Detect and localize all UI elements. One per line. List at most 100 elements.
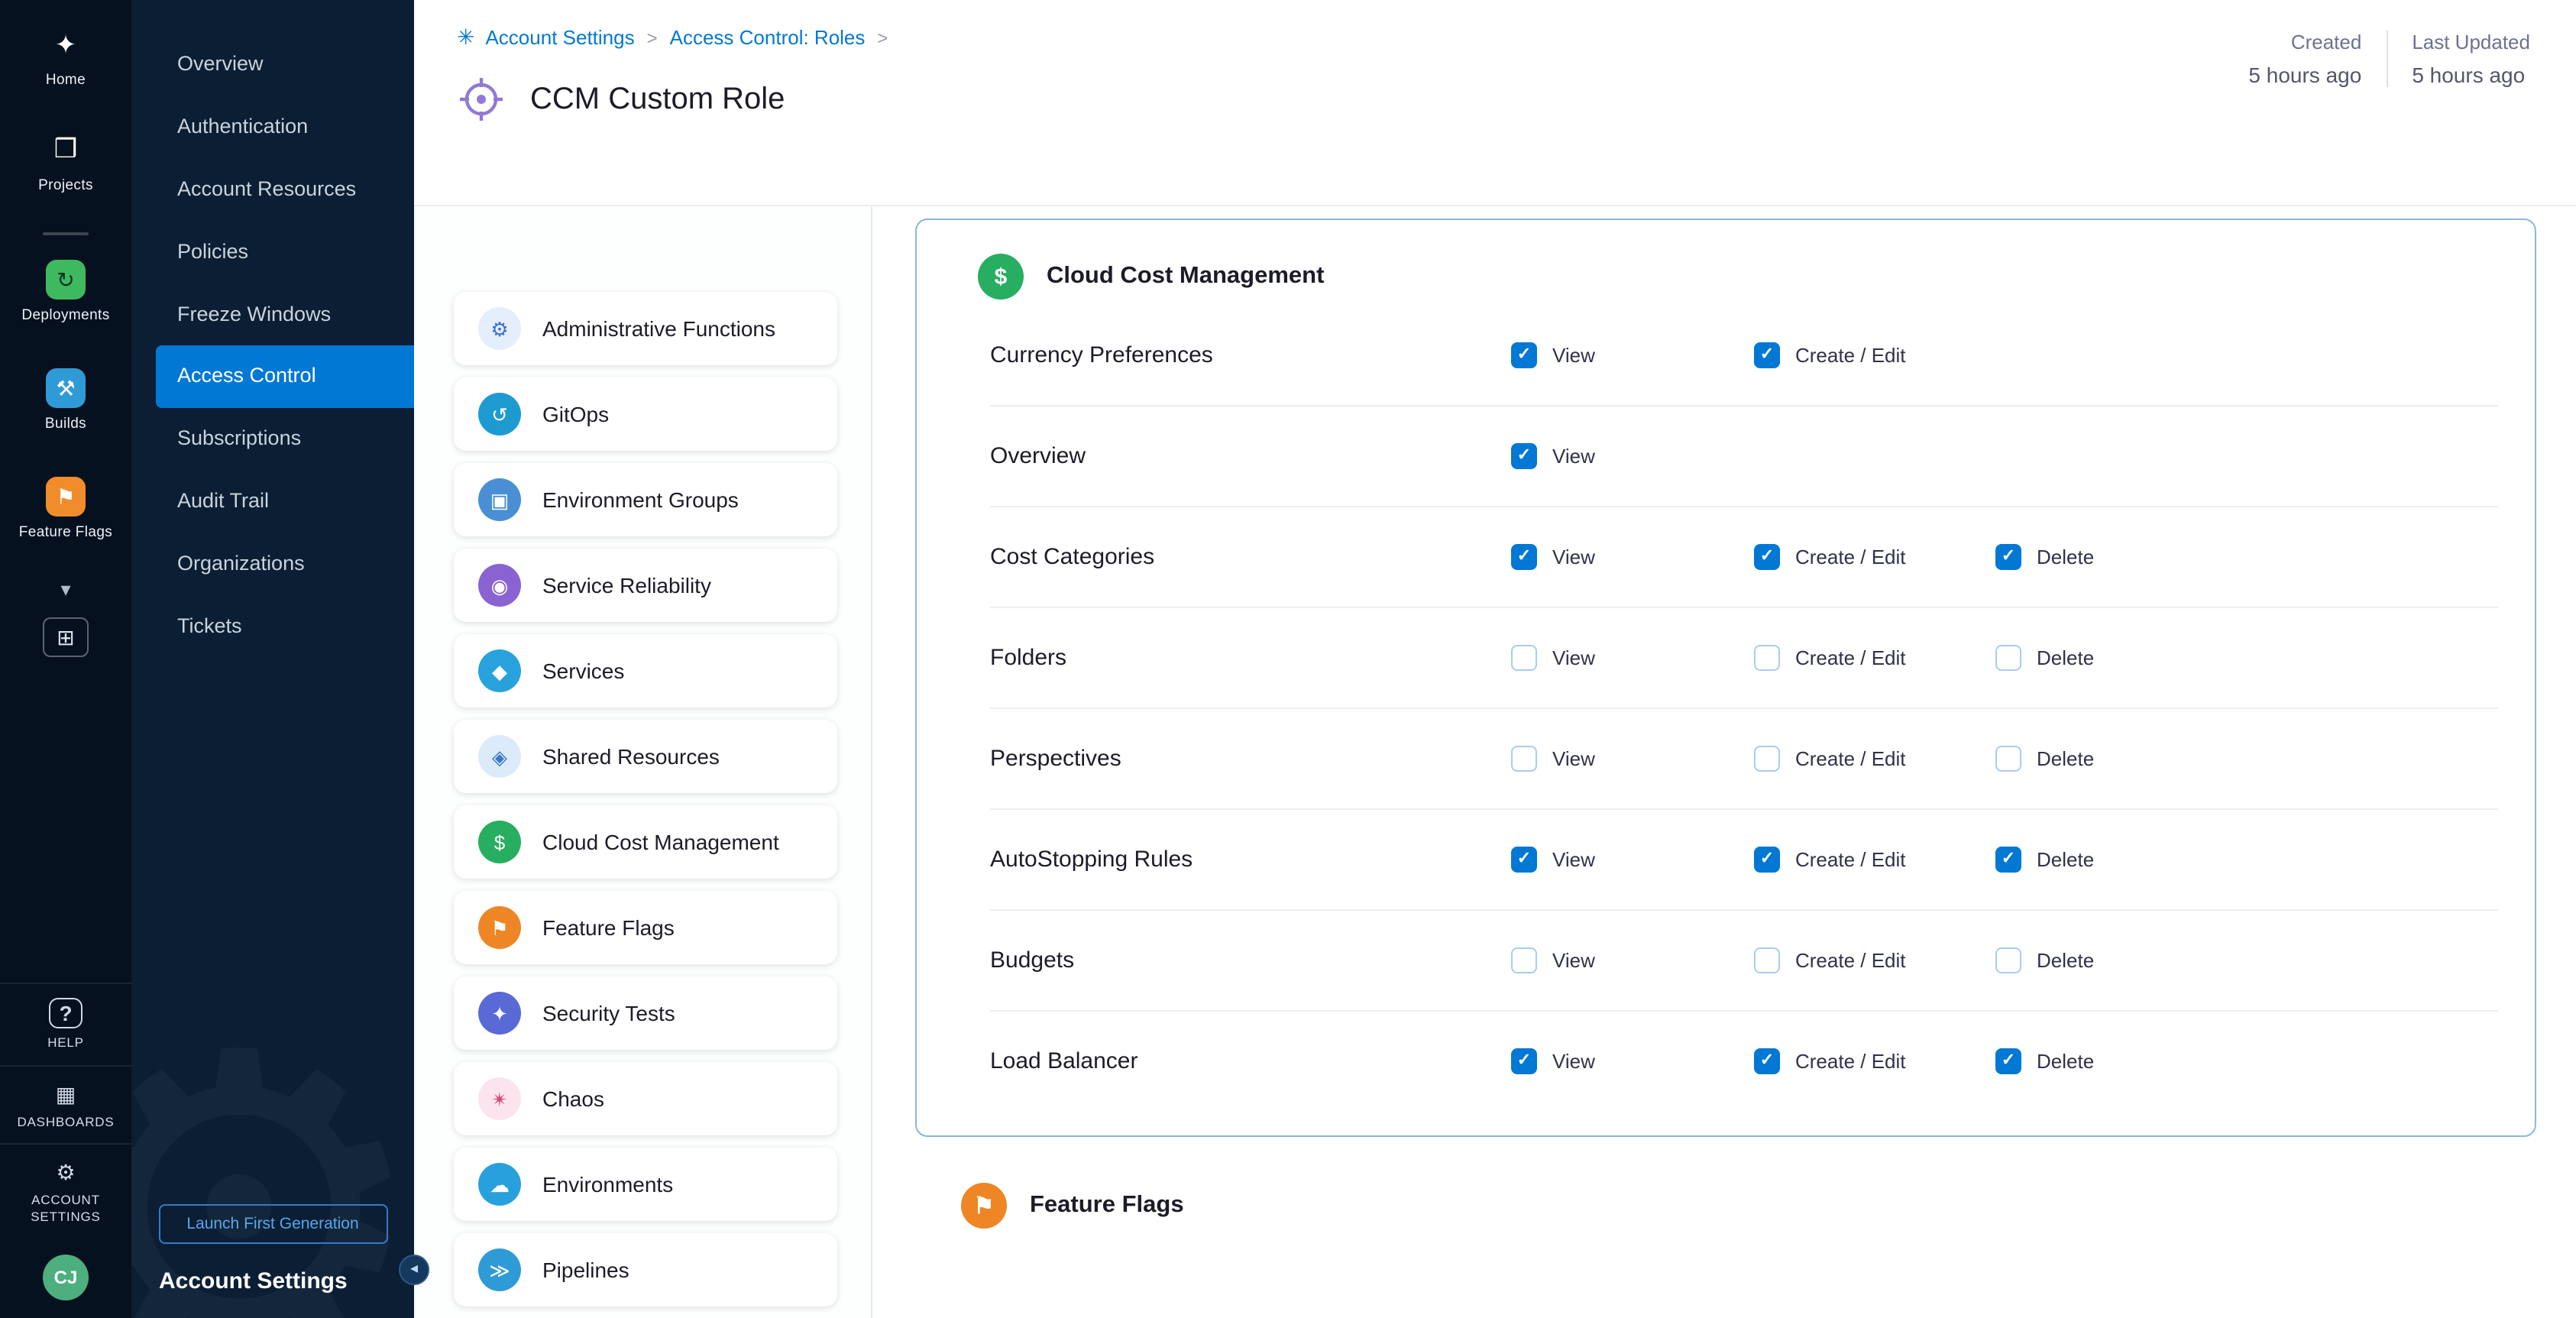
permission-row-perspectives: Perspectives View Create / Edit Delete: [990, 709, 2498, 810]
sidebar-item-tickets[interactable]: Tickets: [131, 596, 414, 659]
module-label: Shared Resources: [542, 744, 720, 769]
chevron-down-icon[interactable]: ▾: [60, 578, 70, 603]
breadcrumb-link[interactable]: Account Settings: [485, 26, 634, 49]
permission-label[interactable]: Create / Edit: [1795, 344, 1906, 367]
rail-item-feature-flags[interactable]: ⚑Feature Flags: [0, 467, 131, 551]
checkbox-folders-create-edit[interactable]: [1754, 645, 1780, 671]
permission-label[interactable]: Create / Edit: [1795, 747, 1906, 770]
sidebar-item-subscriptions[interactable]: Subscriptions: [131, 409, 414, 471]
module-list: ⚙Administrative Functions ↺GitOps ▣Environ…: [414, 206, 872, 1318]
service-reliability-icon: ◉: [478, 564, 521, 607]
sidebar-item-organizations[interactable]: Organizations: [131, 533, 414, 596]
permission-label[interactable]: View: [1552, 949, 1595, 972]
checkbox-cost-categories-view[interactable]: [1511, 544, 1537, 570]
sidebar-item-audit-trail[interactable]: Audit Trail: [131, 471, 414, 533]
left-rail-bottom: ?HELP▦DASHBOARDS⚙ACCOUNT SETTINGS: [0, 983, 131, 1239]
avatar[interactable]: CJ: [43, 1254, 89, 1300]
module-card-service-reliability[interactable]: ◉Service Reliability: [454, 549, 837, 622]
administrative-functions-icon: ⚙: [478, 307, 521, 350]
permission-label[interactable]: View: [1552, 646, 1595, 669]
rail-item-dashboards[interactable]: ▦DASHBOARDS: [0, 1064, 131, 1143]
feature-flags-section-icon: ⚑: [961, 1183, 1007, 1229]
permission-label[interactable]: View: [1552, 1050, 1595, 1073]
checkbox-autostopping-rules-view[interactable]: [1511, 847, 1537, 873]
permission-label[interactable]: Delete: [2037, 646, 2094, 669]
sidebar-item-overview[interactable]: Overview: [131, 34, 414, 96]
permission-label[interactable]: Create / Edit: [1795, 949, 1906, 972]
checkbox-load-balancer-delete[interactable]: [1995, 1048, 2021, 1074]
checkbox-budgets-view[interactable]: [1511, 947, 1537, 973]
module-card-services[interactable]: ◆Services: [454, 634, 837, 708]
permission-label[interactable]: View: [1552, 747, 1595, 770]
module-card-feature-flags[interactable]: ⚑Feature Flags: [454, 891, 837, 964]
checkbox-perspectives-delete[interactable]: [1995, 746, 2021, 772]
permission-cell: View: [1511, 947, 1754, 973]
checkbox-perspectives-create-edit[interactable]: [1754, 746, 1780, 772]
permission-cell: View: [1511, 443, 1754, 469]
permission-label[interactable]: View: [1552, 546, 1595, 568]
checkbox-load-balancer-create-edit[interactable]: [1754, 1048, 1780, 1074]
left-rail: ✦Home ❒Projects ↻Deployments ⚒Builds ⚑Featu…: [0, 0, 131, 1318]
rail-item-account-settings[interactable]: ⚙ACCOUNT SETTINGS: [0, 1144, 131, 1239]
permission-label[interactable]: Delete: [2037, 949, 2094, 972]
checkbox-perspectives-view[interactable]: [1511, 746, 1537, 772]
module-card-environment-groups[interactable]: ▣Environment Groups: [454, 463, 837, 536]
resource-name: Folders: [990, 645, 1511, 671]
permission-cell: View: [1511, 1048, 1754, 1074]
permission-cell: View: [1511, 847, 1754, 873]
builds-icon: ⚒: [46, 368, 86, 407]
module-card-cloud-cost-management[interactable]: $Cloud Cost Management: [454, 805, 837, 879]
checkbox-overview-view[interactable]: [1511, 443, 1537, 469]
checkbox-autostopping-rules-create-edit[interactable]: [1754, 847, 1780, 873]
pipelines-icon: ≫: [478, 1248, 521, 1291]
sidebar-item-account-resources[interactable]: Account Resources: [131, 159, 414, 222]
checkbox-budgets-create-edit[interactable]: [1754, 947, 1780, 973]
breadcrumb-link[interactable]: Access Control: Roles: [670, 26, 866, 49]
checkbox-autostopping-rules-delete[interactable]: [1995, 847, 2021, 873]
rail-item-projects[interactable]: ❒Projects: [0, 121, 131, 205]
rail-item-help[interactable]: ?HELP: [0, 983, 131, 1064]
checkbox-folders-delete[interactable]: [1995, 645, 2021, 671]
checkbox-budgets-delete[interactable]: [1995, 947, 2021, 973]
permission-label[interactable]: Create / Edit: [1795, 1050, 1906, 1073]
role-target-icon: [457, 75, 506, 124]
module-card-environments[interactable]: ☁Environments: [454, 1148, 837, 1221]
launch-first-generation-button[interactable]: Launch First Generation: [158, 1203, 387, 1243]
permission-label[interactable]: View: [1552, 344, 1595, 367]
last-updated-column: Last Updated 5 hours ago: [2387, 31, 2555, 87]
permission-label[interactable]: Delete: [2037, 848, 2094, 871]
permission-label[interactable]: Delete: [2037, 747, 2094, 770]
sidebar-item-authentication[interactable]: Authentication: [131, 96, 414, 159]
permission-label[interactable]: Delete: [2037, 546, 2094, 568]
rail-item-builds[interactable]: ⚒Builds: [0, 358, 131, 442]
module-card-shared-resources[interactable]: ◈Shared Resources: [454, 720, 837, 793]
module-card-security-tests[interactable]: ✦Security Tests: [454, 976, 837, 1050]
permission-label[interactable]: View: [1552, 445, 1595, 468]
resource-name: Perspectives: [990, 746, 1511, 772]
checkbox-currency-preferences-view[interactable]: [1511, 342, 1537, 368]
checkbox-folders-view[interactable]: [1511, 645, 1537, 671]
module-card-administrative-functions[interactable]: ⚙Administrative Functions: [454, 292, 837, 365]
checkbox-cost-categories-create-edit[interactable]: [1754, 544, 1780, 570]
module-label: Feature Flags: [542, 915, 675, 940]
checkbox-cost-categories-delete[interactable]: [1995, 544, 2021, 570]
sidebar-item-policies[interactable]: Policies: [131, 221, 414, 283]
permission-label[interactable]: Create / Edit: [1795, 546, 1906, 568]
permission-cell: Create / Edit: [1754, 342, 1995, 368]
rail-item-deployments[interactable]: ↻Deployments: [0, 251, 131, 335]
checkbox-load-balancer-view[interactable]: [1511, 1048, 1537, 1074]
sidebar-item-access-control[interactable]: Access Control: [156, 346, 414, 409]
module-card-gitops[interactable]: ↺GitOps: [454, 377, 837, 451]
rail-item-home[interactable]: ✦Home: [0, 15, 131, 99]
checkbox-currency-preferences-create-edit[interactable]: [1754, 342, 1780, 368]
permission-label[interactable]: Delete: [2037, 1050, 2094, 1073]
permission-label[interactable]: View: [1552, 848, 1595, 871]
permission-label[interactable]: Create / Edit: [1795, 646, 1906, 669]
module-card-chaos[interactable]: ✴Chaos: [454, 1062, 837, 1135]
module-label: GitOps: [542, 402, 609, 426]
permission-label[interactable]: Create / Edit: [1795, 848, 1906, 871]
module-card-pipelines[interactable]: ≫Pipelines: [454, 1233, 837, 1307]
sidebar-item-freeze-windows[interactable]: Freeze Windows: [131, 283, 414, 346]
module-grid-button[interactable]: ⊞: [43, 618, 89, 658]
sidebar-collapse-button[interactable]: ◂: [399, 1254, 429, 1284]
